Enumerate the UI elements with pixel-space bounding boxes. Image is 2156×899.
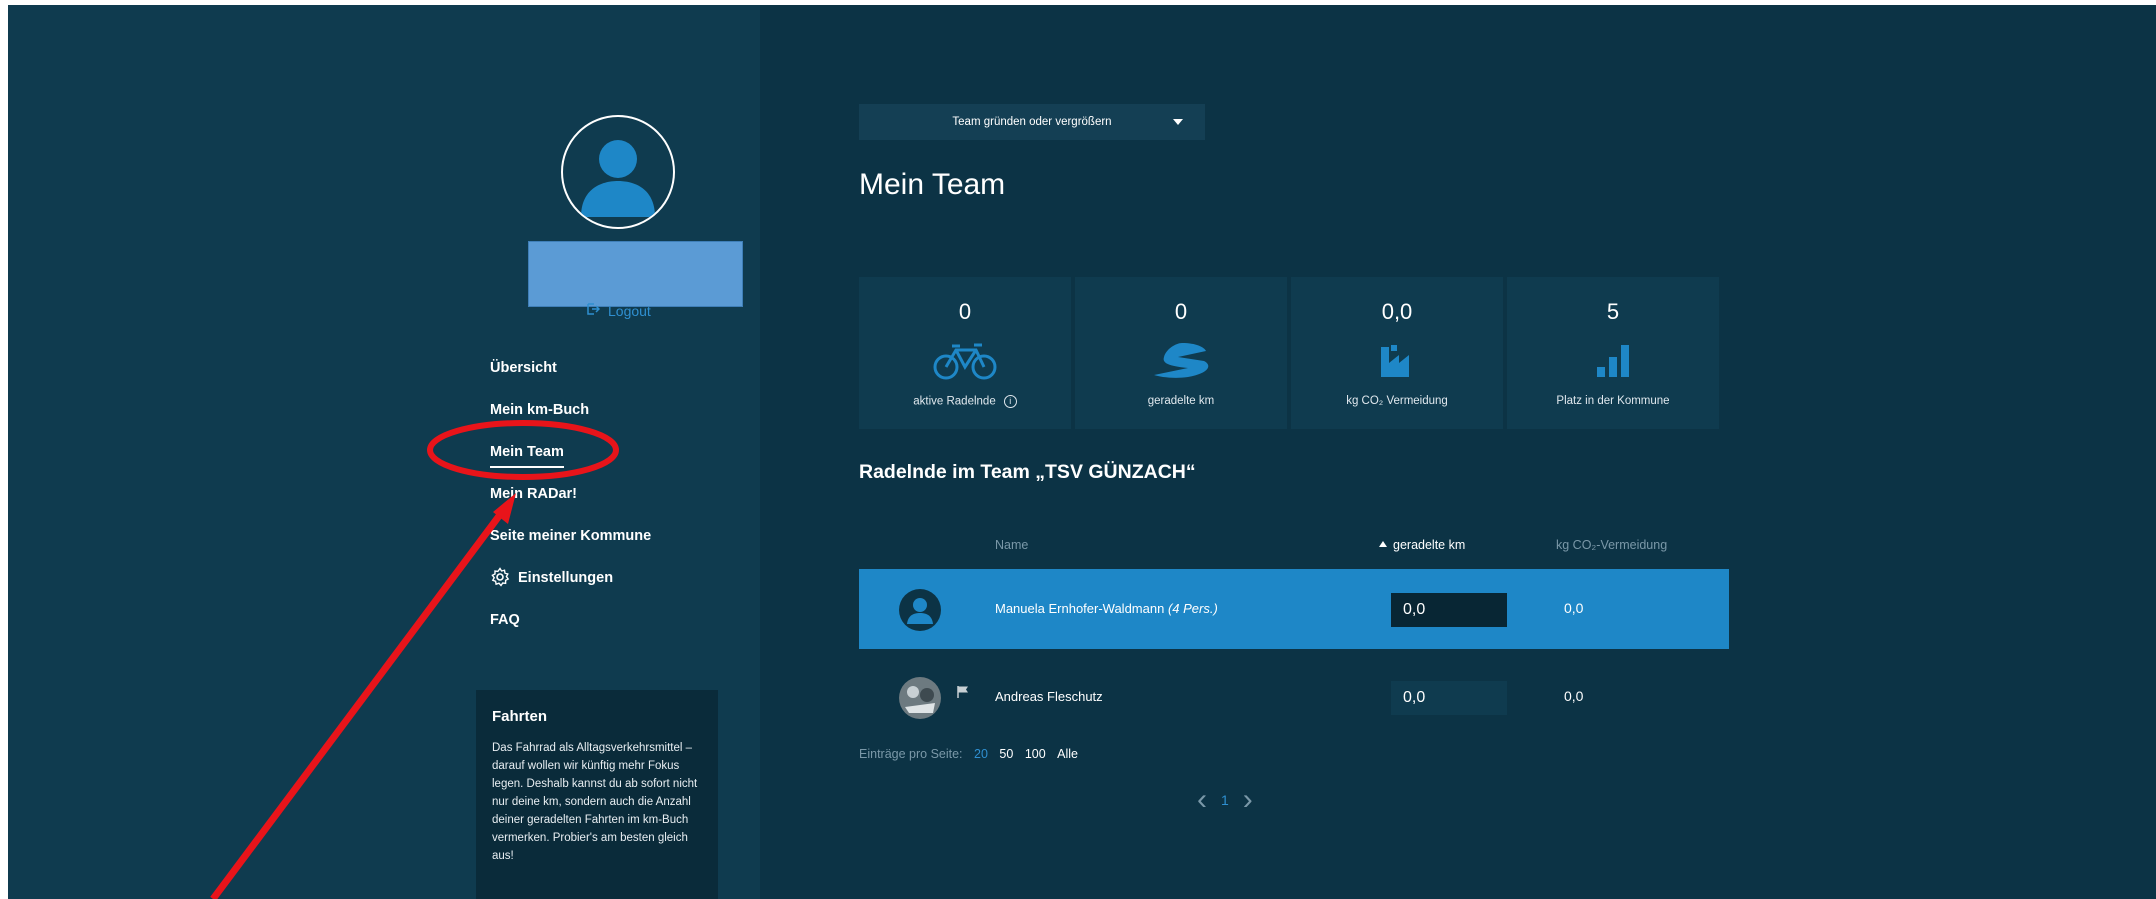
stat-value: 0: [1174, 299, 1188, 324]
member-name: Andreas Fleschutz: [995, 689, 1103, 704]
stats-row: 0 aktive Radelnde i 0 geradelte km 0,0 k…: [859, 277, 1719, 429]
app-screen: Logout Übersicht Mein km-Buch Mein Team …: [8, 5, 2156, 899]
table-row[interactable]: Andreas Fleschutz 0,0 0,0: [859, 657, 1729, 737]
team-dropdown-label: Team gründen oder vergrößern: [952, 116, 1112, 128]
sidebar: Logout Übersicht Mein km-Buch Mein Team …: [8, 5, 760, 899]
co2-value: 0,0: [1564, 600, 1584, 616]
stat-co2: 0,0 kg CO₂ Vermeidung: [1291, 277, 1503, 429]
stat-label: geradelte km: [1147, 395, 1215, 407]
stat-value: 5: [1606, 299, 1620, 324]
per-page-option[interactable]: 50: [999, 747, 1013, 761]
pagination: ‹ 1 ›: [1197, 785, 1253, 815]
info-icon[interactable]: i: [1003, 395, 1017, 408]
gear-icon: [490, 567, 510, 587]
road-icon: [1154, 343, 1209, 378]
avatar: [899, 589, 941, 631]
bar-chart-icon: [1597, 345, 1629, 377]
nav-item-uebersicht[interactable]: Übersicht: [490, 357, 651, 399]
avatar: [899, 677, 941, 719]
stat-value: 0: [958, 299, 972, 324]
chevron-left-icon[interactable]: ‹: [1197, 785, 1207, 815]
sort-ascending-icon: [1379, 541, 1387, 547]
km-value: 0,0: [1391, 593, 1507, 627]
bicycle-icon: [933, 343, 997, 380]
entries-per-page-label: Einträge pro Seite:: [859, 747, 963, 761]
fahrten-text: Das Fahrrad als Alltagsverkehrsmittel – …: [492, 742, 698, 862]
sidebar-nav: Übersicht Mein km-Buch Mein Team Mein RA…: [490, 357, 651, 651]
nav-item-km-buch[interactable]: Mein km-Buch: [490, 399, 651, 441]
main-content: Team gründen oder vergrößern Mein Team 0…: [760, 5, 2156, 899]
logout-label: Logout: [608, 302, 651, 319]
co2-value: 0,0: [1564, 688, 1584, 704]
nav-item-label: Seite meiner Kommune: [490, 528, 652, 544]
profile-avatar[interactable]: [561, 115, 675, 229]
nav-item-einstellungen[interactable]: Einstellungen: [490, 567, 651, 609]
nav-item-label: FAQ: [490, 612, 520, 628]
per-page-option[interactable]: 20: [974, 747, 988, 761]
column-header-co2[interactable]: kg CO₂-Vermeidung: [1556, 538, 1667, 552]
stat-label: aktive Radelnde i: [859, 395, 1071, 408]
stat-km: 0 geradelte km: [1075, 277, 1287, 429]
nav-item-label: Mein RADar!: [490, 486, 578, 502]
user-icon: [581, 140, 655, 217]
stat-value: 0,0: [1381, 299, 1413, 324]
stat-active-riders: 0 aktive Radelnde i: [859, 277, 1071, 429]
nav-item-label: Mein km-Buch: [490, 402, 590, 418]
per-page-option[interactable]: 100: [1025, 747, 1046, 761]
team-members-title: Radelnde im Team „TSV GÜNZACH“: [859, 461, 1196, 483]
logout-icon: [586, 302, 601, 319]
member-name: Manuela Ernhofer-Waldmann (4 Pers.): [995, 601, 1218, 616]
column-header-name[interactable]: Name: [995, 538, 1028, 552]
fahrten-title: Fahrten: [492, 708, 548, 725]
nav-item-mein-team[interactable]: Mein Team: [490, 441, 651, 483]
entries-per-page: Einträge pro Seite: 20 50 100 Alle: [859, 747, 1078, 761]
per-page-option[interactable]: Alle: [1057, 747, 1078, 761]
stat-label: kg CO₂ Vermeidung: [1346, 395, 1448, 407]
column-header-km[interactable]: geradelte km: [1379, 538, 1465, 552]
factory-icon: [1381, 345, 1409, 377]
stat-label: Platz in der Kommune: [1556, 395, 1670, 407]
stat-rank: 5 Platz in der Kommune: [1507, 277, 1719, 429]
caret-down-icon: [1173, 119, 1183, 125]
nav-item-label: Einstellungen: [518, 570, 614, 586]
page-title: Mein Team: [859, 168, 1006, 201]
flag-icon: [957, 685, 969, 702]
logout-link[interactable]: Logout: [586, 302, 651, 319]
chevron-right-icon[interactable]: ›: [1243, 785, 1253, 815]
page-number[interactable]: 1: [1221, 792, 1229, 808]
nav-item-label: Mein Team: [490, 441, 564, 468]
table-row[interactable]: Manuela Ernhofer-Waldmann (4 Pers.) 0,0 …: [859, 569, 1729, 649]
fahrten-info-box: Fahrten Das Fahrrad als Alltagsverkehrsm…: [476, 690, 718, 899]
table-header: Name geradelte km kg CO₂-Vermeidung: [859, 538, 1729, 562]
redacted-username: [528, 241, 743, 307]
team-dropdown[interactable]: Team gründen oder vergrößern: [859, 104, 1205, 140]
km-value: 0,0: [1391, 681, 1507, 715]
nav-item-faq[interactable]: FAQ: [490, 609, 651, 651]
nav-item-label: Übersicht: [490, 360, 557, 376]
nav-item-kommune[interactable]: Seite meiner Kommune: [490, 525, 651, 567]
nav-item-radar[interactable]: Mein RADar!: [490, 483, 651, 525]
